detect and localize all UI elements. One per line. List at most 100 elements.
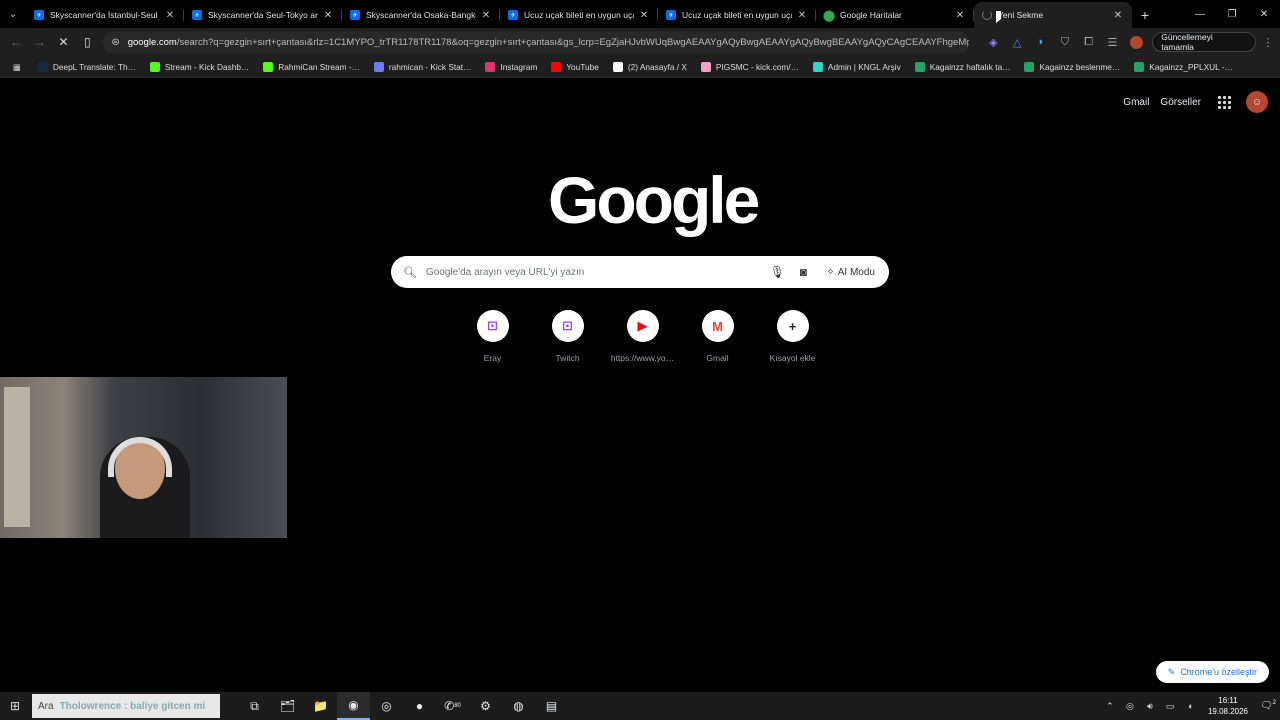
bookmark-label: Kagainzz haftalık ta… xyxy=(929,61,1011,72)
steam-icon[interactable]: ⚙ xyxy=(469,692,502,720)
bookmark-4[interactable]: Instagram xyxy=(478,61,544,72)
account-avatar[interactable]: ☺ xyxy=(1246,91,1268,113)
spotify-icon[interactable]: ● xyxy=(403,692,436,720)
stop-loading-icon[interactable]: ✕ xyxy=(52,30,76,54)
restore-icon[interactable]: ❐ xyxy=(1216,0,1248,28)
new-tab-button[interactable]: + xyxy=(1132,2,1158,28)
tray-overflow-chevron-icon[interactable]: ⌃ xyxy=(1102,701,1118,712)
tab-5[interactable]: ⬤ Google Haritalar ✕ xyxy=(816,2,974,28)
chrome-icon[interactable]: ◉ xyxy=(337,692,370,720)
clock[interactable]: 16:11 19.08.2026 xyxy=(1208,695,1248,717)
shortcut-3[interactable]: M Gmail xyxy=(680,310,755,363)
youtube-icon: ▶ xyxy=(626,310,659,342)
bookmark-label: Kagainzz_PPLXUL -… xyxy=(1149,61,1233,72)
file-explorer-icon[interactable]: 🗂 xyxy=(271,692,304,720)
youtube-icon xyxy=(551,61,562,72)
speaker-icon[interactable]: ◖ xyxy=(1182,701,1198,711)
bookmark-5[interactable]: YouTube xyxy=(544,61,606,72)
extension-audio-icon[interactable]: ◗ xyxy=(1029,30,1053,54)
tab-1[interactable]: ✈ Skyscanner'da Seul-Tokyo arası… ✕ xyxy=(184,2,342,28)
search-input[interactable] xyxy=(425,266,765,278)
bookmark-6[interactable]: (2) Anasayfa / X xyxy=(606,61,694,72)
folder-icon[interactable]: 📁 xyxy=(304,692,337,720)
apps-grid-icon[interactable]: ▦ xyxy=(6,62,31,72)
bookmark-0[interactable]: DeepL Translate: Th… xyxy=(31,61,143,72)
volume-icon[interactable]: 🔊︎ xyxy=(1142,701,1158,712)
extension-shield-icon[interactable]: ⛉ xyxy=(1053,30,1077,54)
side-panel-icon[interactable]: ▯ xyxy=(75,30,99,54)
address-bar[interactable]: ⊜ google.com/search?q=gezgin+sırt+çantas… xyxy=(103,31,970,53)
bookmark-3[interactable]: rahmican - Kick Stat… xyxy=(367,61,479,72)
site-info-icon[interactable]: ⊜ xyxy=(111,37,119,48)
discord-tray-icon[interactable]: ◎ xyxy=(1122,701,1138,712)
extensions-puzzle-icon[interactable]: ⧠ xyxy=(1077,30,1101,54)
bookmark-8[interactable]: Admin | KNGL Arşiv xyxy=(806,61,908,72)
forward-arrow-icon[interactable]: → xyxy=(28,30,52,54)
sheets-icon xyxy=(914,61,925,72)
task-view-icon[interactable]: ⧉ xyxy=(238,692,271,720)
close-tab-icon[interactable]: ✕ xyxy=(1112,10,1124,21)
tab-2[interactable]: ✈ Skyscanner'da Osaka-Bangkok… ✕ xyxy=(342,2,500,28)
bookmark-1[interactable]: Stream - Kick Dashb… xyxy=(143,61,256,72)
lens-camera-icon[interactable]: ◙ xyxy=(790,261,816,283)
twitch-icon: ⊡ xyxy=(476,310,509,342)
tab-0[interactable]: ✈ Skyscanner'da İstanbul-Seul ara… ✕ xyxy=(26,2,184,28)
tab-3[interactable]: ✈ Ucuz uçak bileti en uygun uçak… ✕ xyxy=(500,2,658,28)
search-icon: 🔍︎ xyxy=(403,266,417,279)
close-tab-icon[interactable]: ✕ xyxy=(954,10,966,21)
sheets-icon xyxy=(1024,61,1035,72)
bookmark-2[interactable]: RahmiCan Stream -… xyxy=(256,61,367,72)
minimize-icon[interactable]: — xyxy=(1184,0,1216,28)
maps-pin-icon: ⬤ xyxy=(822,9,836,22)
whatsapp-icon[interactable]: ✆ 80 xyxy=(436,692,469,720)
bookmark-10[interactable]: Kagainzz beslenme… xyxy=(1017,61,1127,72)
voice-search-mic-icon[interactable]: 🎙︎ xyxy=(764,261,790,283)
bookmark-9[interactable]: Kagainzz haftalık ta… xyxy=(908,61,1018,72)
bookmark-label: Stream - Kick Dashb… xyxy=(164,61,250,72)
extension-triangle-icon[interactable]: △ xyxy=(1005,30,1029,54)
obs-icon[interactable]: ◍ xyxy=(502,692,535,720)
reading-list-icon[interactable]: ☰ xyxy=(1101,30,1125,54)
close-tab-icon[interactable]: ✕ xyxy=(638,10,650,21)
close-tab-icon[interactable]: ✕ xyxy=(322,10,334,21)
search-box[interactable]: 🔍︎ 🎙︎ ◙ ✧AI Modu xyxy=(391,256,889,288)
bookmark-11[interactable]: Kagainzz_PPLXUL -… xyxy=(1127,61,1240,72)
ai-mode-button[interactable]: ✧ AI Modu xyxy=(820,261,881,283)
shortcuts-row: ⊡ Eray ⊡ Twitch ▶ https://www.yo… M Gmail + Kısay… xyxy=(455,310,830,363)
shortcut-4[interactable]: + Kısayol ekle xyxy=(755,310,830,363)
close-tab-icon[interactable]: ✕ xyxy=(796,10,808,21)
tab-4[interactable]: ✈ Ucuz uçak bileti en uygun uçak… ✕ xyxy=(658,2,816,28)
shield-icon xyxy=(812,61,823,72)
chrome-menu-kebab-icon[interactable]: ⋮ xyxy=(1256,30,1280,54)
shortcut-1[interactable]: ⊡ Twitch xyxy=(530,310,605,363)
bookmarks-bar: ▦ DeepL Translate: Th… Stream - Kick Dash… xyxy=(0,56,1280,78)
google-apps-icon[interactable] xyxy=(1212,90,1236,114)
close-tab-icon[interactable]: ✕ xyxy=(480,10,492,21)
tab-title: Ucuz uçak bileti en uygun uçak… xyxy=(524,10,634,20)
windows-start-icon[interactable]: ⊞ xyxy=(0,699,30,713)
notepad-icon[interactable]: ▤ xyxy=(535,692,568,720)
discord-icon[interactable]: ◎ xyxy=(370,692,403,720)
close-tab-icon[interactable]: ✕ xyxy=(164,10,176,21)
bookmark-label: YouTube xyxy=(566,61,599,72)
instagram-icon xyxy=(485,61,496,72)
extension-puzzle-1-icon[interactable]: ◈ xyxy=(981,30,1005,54)
shortcut-0[interactable]: ⊡ Eray xyxy=(455,310,530,363)
taskbar-search-box[interactable]: Ara Tholowrence : baliye gitcen mi xyxy=(32,694,220,718)
customize-chrome-button[interactable]: ✎ Chrome'u özelleştir xyxy=(1155,661,1269,683)
shortcut-label: Gmail xyxy=(706,353,729,363)
tab-title: Skyscanner'da Osaka-Bangkok… xyxy=(366,10,476,20)
shortcut-2[interactable]: ▶ https://www.yo… xyxy=(605,310,680,363)
gmail-link[interactable]: Gmail xyxy=(1123,97,1149,108)
tab-search-chevron-icon[interactable]: ⌄ xyxy=(0,0,26,28)
update-chrome-button[interactable]: Güncellemeyi tamamla xyxy=(1152,32,1257,52)
bookmark-7[interactable]: PIGSMC - kick.com/… xyxy=(694,61,806,72)
tab-title: Google Haritalar xyxy=(840,10,902,20)
network-icon[interactable]: ▭ xyxy=(1162,701,1178,712)
back-arrow-icon[interactable]: ← xyxy=(4,30,28,54)
profile-avatar-icon[interactable] xyxy=(1124,30,1148,54)
close-window-icon[interactable]: ✕ xyxy=(1248,0,1280,28)
kick-icon xyxy=(263,61,274,72)
notifications-icon[interactable]: 🗨︎2 xyxy=(1256,700,1280,711)
images-link[interactable]: Görseller xyxy=(1160,97,1201,108)
